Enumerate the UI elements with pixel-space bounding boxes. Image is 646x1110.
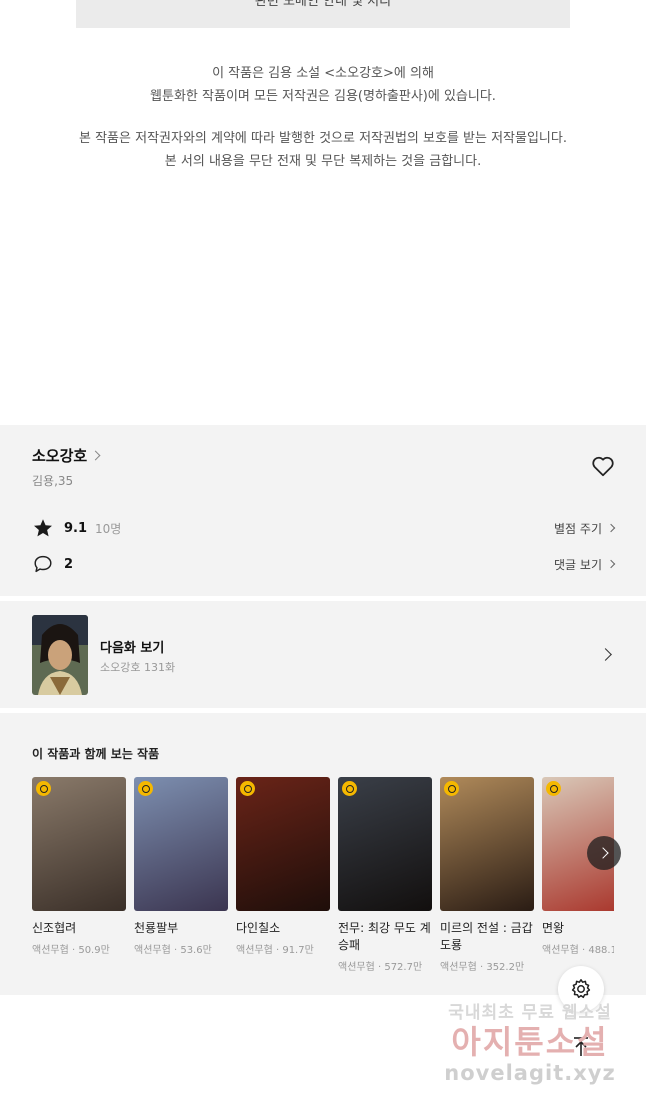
watermark: 국내최초 무료 웹소설 아지툰소설 novelagit.xyz <box>440 998 620 1085</box>
recommendation-cover <box>134 777 228 911</box>
next-episode-label: 다음화 보기 <box>100 641 165 656</box>
recommendation-card[interactable]: 미르의 전설 : 금갑도룡 액션무협 · 352.2만 <box>440 777 534 973</box>
recommendations-carousel[interactable]: 신조협려 액션무협 · 50.9만 천룡팔부 액션무협 · 53.6만 다인칠소… <box>32 777 614 987</box>
rating-row: 9.1 10명 별점 주기 <box>32 517 616 539</box>
chevron-right-icon <box>599 648 612 661</box>
rating-score: 9.1 <box>64 520 88 536</box>
chevron-right-icon <box>606 523 616 533</box>
recommendation-title: 천룡팔부 <box>134 921 179 935</box>
recommendation-title: 미르의 전설 : 금갑도룡 <box>440 921 533 952</box>
next-episode-subtitle: 소오강호 131화 <box>100 661 176 674</box>
next-episode-thumbnail <box>32 615 88 695</box>
clock-icon <box>138 781 153 796</box>
chevron-right-icon <box>596 847 609 859</box>
recommendation-meta: 액션무협 · 50.9만 <box>32 945 110 956</box>
next-episode-card[interactable]: 다음화 보기 소오강호 131화 <box>0 601 646 708</box>
clock-icon <box>36 781 51 796</box>
chevron-right-icon <box>606 559 616 569</box>
recommendation-card[interactable]: 신조협려 액션무협 · 50.9만 <box>32 777 126 956</box>
notice-line: 웹툰화한 작품이며 모든 저작권은 김용(명하출판사)에 있습니다. <box>150 89 496 104</box>
watermark-line: 아지툰소설 <box>451 1023 609 1061</box>
recommendation-cover <box>440 777 534 911</box>
comment-icon <box>32 553 54 575</box>
recommendation-meta: 액션무협 · 352.2만 <box>440 962 525 973</box>
work-title-link[interactable]: 소오강호 <box>32 445 101 466</box>
clock-icon <box>546 781 561 796</box>
watermark-line: novelagit.xyz <box>444 1061 616 1085</box>
rate-button[interactable]: 별점 주기 <box>554 520 616 537</box>
watermark-line: 국내최초 무료 웹소설 <box>448 1003 612 1023</box>
recommendation-cover <box>338 777 432 911</box>
clock-icon <box>342 781 357 796</box>
comment-row: 2 댓글 보기 <box>32 553 616 575</box>
work-author: 김용,35 <box>32 474 74 488</box>
recommendation-title: 신조협려 <box>32 921 77 935</box>
top-banner-text: 관련 도메인 안내 및 처리 <box>254 0 392 9</box>
recommendation-meta: 액션무협 · 488.1만 <box>542 945 614 956</box>
work-title: 소오강호 <box>32 447 88 465</box>
star-icon <box>32 517 54 539</box>
recommendations-heading: 이 작품과 함께 보는 작품 <box>32 747 160 761</box>
view-comments-button[interactable]: 댓글 보기 <box>554 556 616 573</box>
work-info-panel: 소오강호 김용,35 9.1 10명 별점 주기 2 댓글 보기 <box>0 425 646 596</box>
comment-count: 2 <box>64 556 74 572</box>
recommendation-cover <box>236 777 330 911</box>
copyright-notice: 이 작품은 김용 소설 <소오강호>에 의해 웹툰화한 작품이며 모든 저작권은… <box>0 62 646 173</box>
rate-button-label: 별점 주기 <box>554 521 602 536</box>
recommendation-card[interactable]: 다인칠소 액션무협 · 91.7만 <box>236 777 330 956</box>
chevron-right-icon <box>90 450 101 461</box>
notice-line: 이 작품은 김용 소설 <소오강호>에 의해 <box>212 66 434 81</box>
recommendation-card[interactable]: 천룡팔부 액션무협 · 53.6만 <box>134 777 228 956</box>
recommendation-meta: 액션무협 · 91.7만 <box>236 945 314 956</box>
recommendation-title: 다인칠소 <box>236 921 281 935</box>
recommendations-section: 이 작품과 함께 보는 작품 신조협려 액션무협 · 50.9만 천룡팔부 액션… <box>0 713 646 995</box>
clock-icon <box>240 781 255 796</box>
top-banner: 관련 도메인 안내 및 처리 <box>76 0 570 28</box>
recommendation-title: 면왕 <box>542 921 565 935</box>
recommendation-card[interactable]: 전무: 최강 무도 계승패 액션무협 · 572.7만 <box>338 777 432 973</box>
clock-icon <box>444 781 459 796</box>
view-comments-label: 댓글 보기 <box>554 557 602 572</box>
recommendation-cover <box>32 777 126 911</box>
carousel-next-button[interactable] <box>587 836 621 870</box>
notice-line: 본 작품은 저작권자와의 계약에 따라 발행한 것으로 저작권법의 보호를 받는… <box>79 131 567 146</box>
recommendation-title: 전무: 최강 무도 계승패 <box>338 921 431 952</box>
recommendation-meta: 액션무협 · 572.7만 <box>338 962 423 973</box>
heart-icon[interactable] <box>590 453 616 479</box>
rating-count: 10명 <box>95 521 122 536</box>
notice-line: 본 서의 내용을 무단 전재 및 무단 복제하는 것을 금합니다. <box>164 154 482 169</box>
recommendation-meta: 액션무협 · 53.6만 <box>134 945 212 956</box>
